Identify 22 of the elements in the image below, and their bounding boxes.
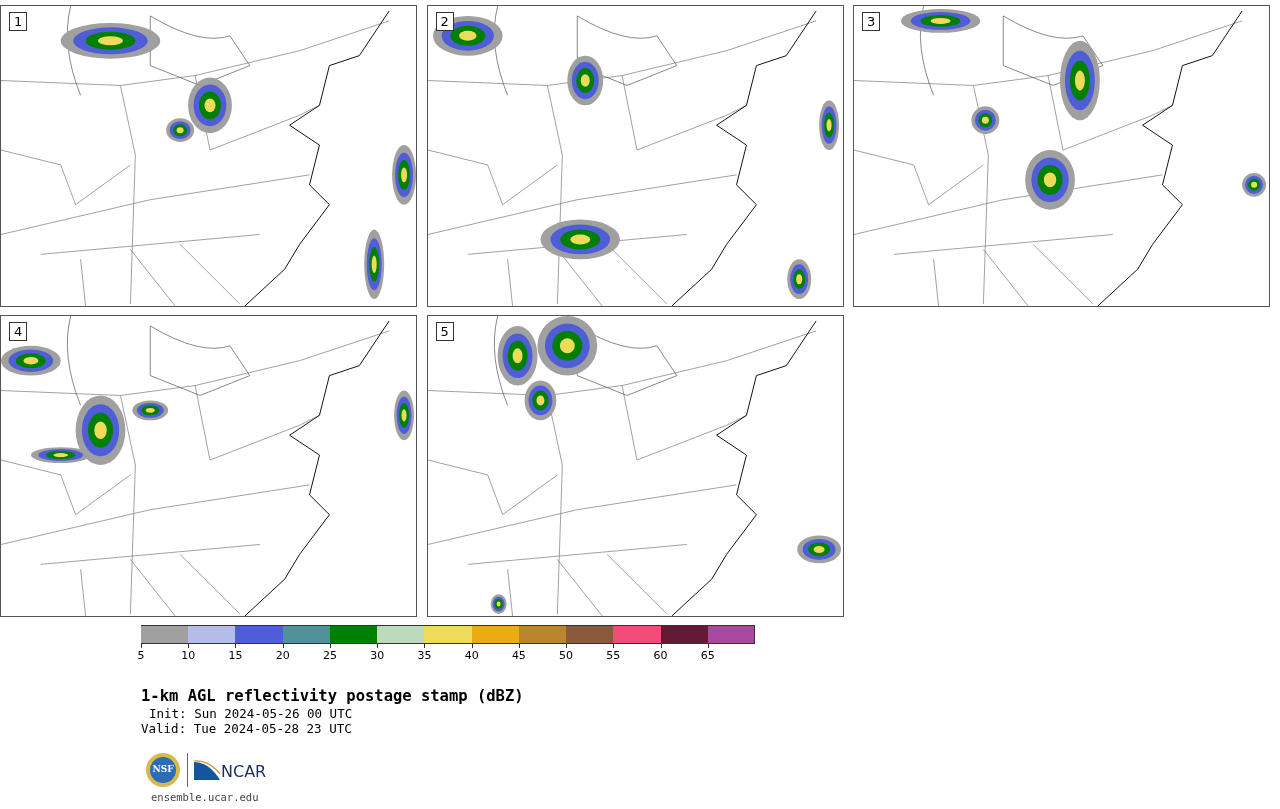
colorbar-tick-label: 60: [653, 649, 668, 662]
colorbar-tick-label: 5: [137, 649, 145, 662]
colorbar-tick-label: 25: [322, 649, 337, 662]
website-url: ensemble.ucar.edu: [151, 791, 260, 804]
colorbar-tick-label: 30: [370, 649, 385, 662]
panel-number: 3: [862, 12, 881, 31]
panel-number: 4: [9, 322, 28, 341]
ncar-logo-text: NCAR: [221, 764, 267, 780]
colorbar-tick-label: 40: [464, 649, 479, 662]
ncar-swoosh-icon: [194, 760, 220, 780]
colorbar-tick-label: 10: [181, 649, 196, 662]
colorbar-tick-label: 65: [700, 649, 715, 662]
colorbar-tick-label: 45: [511, 649, 526, 662]
chart-title: 1-km AGL reflectivity postage stamp (dBZ): [141, 686, 525, 706]
colorbar-tick-label: 15: [228, 649, 243, 662]
panel-number: 1: [9, 12, 28, 31]
colorbar-tick-label: 50: [559, 649, 574, 662]
colorbar-tick-label: 55: [606, 649, 621, 662]
colorbar-tick-label: 35: [417, 649, 432, 662]
init-time: Init: Sun 2024-05-26 00 UTC: [148, 706, 354, 721]
valid-time: Valid: Tue 2024-05-28 23 UTC: [141, 721, 353, 736]
colorbar-tick-label: 20: [275, 649, 290, 662]
